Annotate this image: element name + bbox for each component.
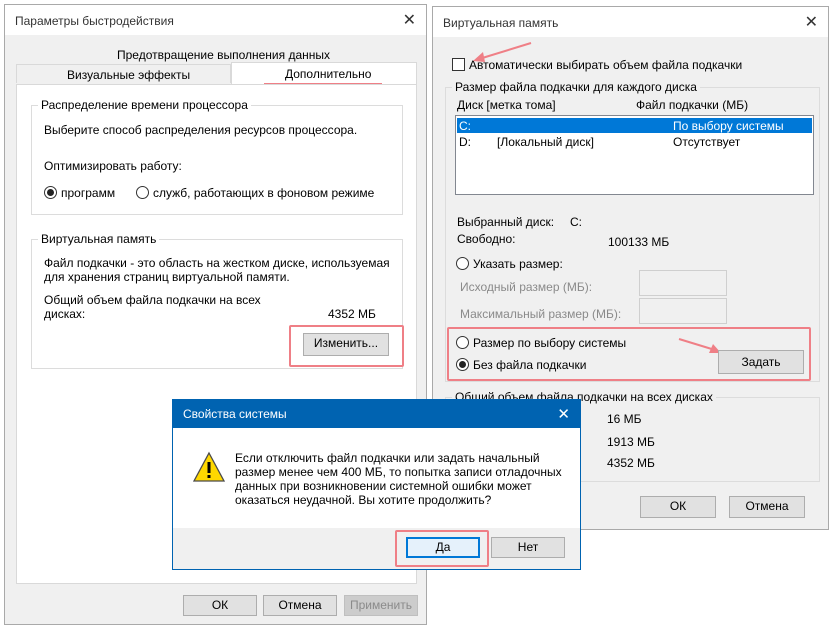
radio-custom-size-label: Указать размер: — [473, 257, 563, 271]
column-pagefile: Файл подкачки (МБ) — [636, 98, 749, 112]
cancel-button[interactable]: Отмена — [263, 595, 337, 616]
initial-size-label: Исходный размер (МБ): — [460, 280, 593, 294]
list-row-selected[interactable]: C: По выбору системы — [457, 118, 812, 133]
radio-no-pagefile[interactable] — [456, 358, 469, 371]
dialog-message-line2: размер менее чем 400 МБ, то попытка запи… — [235, 465, 562, 479]
no-button[interactable]: Нет — [491, 537, 565, 558]
window-title: Виртуальная память — [443, 16, 559, 30]
annotation-arrow — [473, 42, 532, 62]
close-icon[interactable]: ✕ — [805, 12, 818, 32]
radio-services[interactable] — [136, 186, 149, 199]
free-label: Свободно: — [457, 232, 516, 246]
radio-custom-size[interactable] — [456, 257, 469, 270]
dialog-message-line3: данных при возникновении системной ошибк… — [235, 479, 532, 493]
selected-disk-value: C: — [570, 215, 582, 229]
title-bar: Виртуальная память ✕ — [433, 7, 828, 37]
radio-no-pagefile-label: Без файла подкачки — [473, 358, 587, 372]
yes-button[interactable]: Да — [406, 537, 480, 558]
group-title: Распределение времени процессора — [38, 98, 251, 112]
radio-programs[interactable] — [44, 186, 57, 199]
ok-button[interactable]: ОК — [183, 595, 257, 616]
radio-programs-label: программ — [61, 186, 116, 200]
dialog-message-line1: Если отключить файл подкачки или задать … — [235, 451, 540, 465]
total-current-value: 4352 МБ — [607, 456, 655, 470]
list-row[interactable]: D: [Локальный диск] Отсутствует — [457, 134, 812, 149]
cpu-desc: Выберите способ распределения ресурсов п… — [44, 123, 358, 137]
selected-disk-label: Выбранный диск: — [457, 215, 555, 229]
apply-button[interactable]: Применить — [344, 595, 418, 616]
close-icon[interactable]: ✕ — [557, 405, 570, 423]
dialog-title: Свойства системы — [183, 407, 287, 421]
disk-list[interactable]: C: По выбору системы D: [Локальный диск]… — [455, 115, 814, 195]
title-bar: Параметры быстродействия ✕ — [5, 5, 426, 35]
vm-total-label1: Общий объем файла подкачки на всех — [44, 293, 261, 307]
group-title: Размер файла подкачки для каждого диска — [452, 80, 700, 94]
tab-label: Визуальные эффекты — [67, 68, 191, 82]
free-value: 100133 МБ — [608, 235, 670, 249]
tab-label: Дополнительно — [285, 67, 372, 81]
radio-system-managed-label: Размер по выбору системы — [473, 336, 627, 350]
radio-system-managed[interactable] — [456, 336, 469, 349]
window-title: Параметры быстродействия — [15, 14, 174, 28]
tab-dep[interactable]: Предотвращение выполнения данных — [117, 48, 330, 62]
row-disk: D: — [459, 135, 471, 149]
set-button[interactable]: Задать — [718, 350, 804, 374]
vm-desc-line2: для хранения страниц виртуальной памяти. — [44, 270, 290, 284]
ok-button[interactable]: ОК — [640, 496, 716, 518]
warning-icon — [192, 451, 226, 482]
dialog-message-line4: оказаться неудачной. Вы хотите продолжит… — [235, 493, 492, 507]
change-button[interactable]: Изменить... — [303, 333, 389, 356]
radio-services-label: служб, работающих в фоновом режиме — [153, 186, 375, 200]
total-min-value: 16 МБ — [607, 412, 642, 426]
row-file: По выбору системы — [673, 119, 784, 133]
vm-desc-line1: Файл подкачки - это область на жестком д… — [44, 256, 390, 270]
row-label: [Локальный диск] — [497, 135, 594, 149]
optimize-label: Оптимизировать работу: — [44, 159, 182, 173]
row-file: Отсутствует — [673, 135, 741, 149]
total-recommended-value: 1913 МБ — [607, 435, 655, 449]
auto-size-checkbox[interactable] — [452, 58, 465, 71]
vm-total-label2: дисках: — [44, 307, 86, 321]
dialog-title-bar: Свойства системы ✕ — [173, 400, 580, 428]
max-size-input[interactable] — [639, 298, 727, 324]
row-disk: C: — [459, 119, 471, 133]
cancel-button[interactable]: Отмена — [729, 496, 805, 518]
group-title: Виртуальная память — [38, 232, 160, 246]
max-size-label: Максимальный размер (МБ): — [460, 307, 622, 321]
column-disk: Диск [метка тома] — [457, 98, 556, 112]
vm-total-value: 4352 МБ — [328, 307, 376, 321]
tab-visual-effects[interactable]: Визуальные эффекты — [16, 64, 231, 83]
close-icon[interactable]: ✕ — [403, 10, 416, 30]
tab-advanced[interactable]: Дополнительно — [231, 62, 417, 84]
system-properties-dialog: Свойства системы ✕ Если отключить файл п… — [172, 399, 581, 570]
initial-size-input[interactable] — [639, 270, 727, 296]
